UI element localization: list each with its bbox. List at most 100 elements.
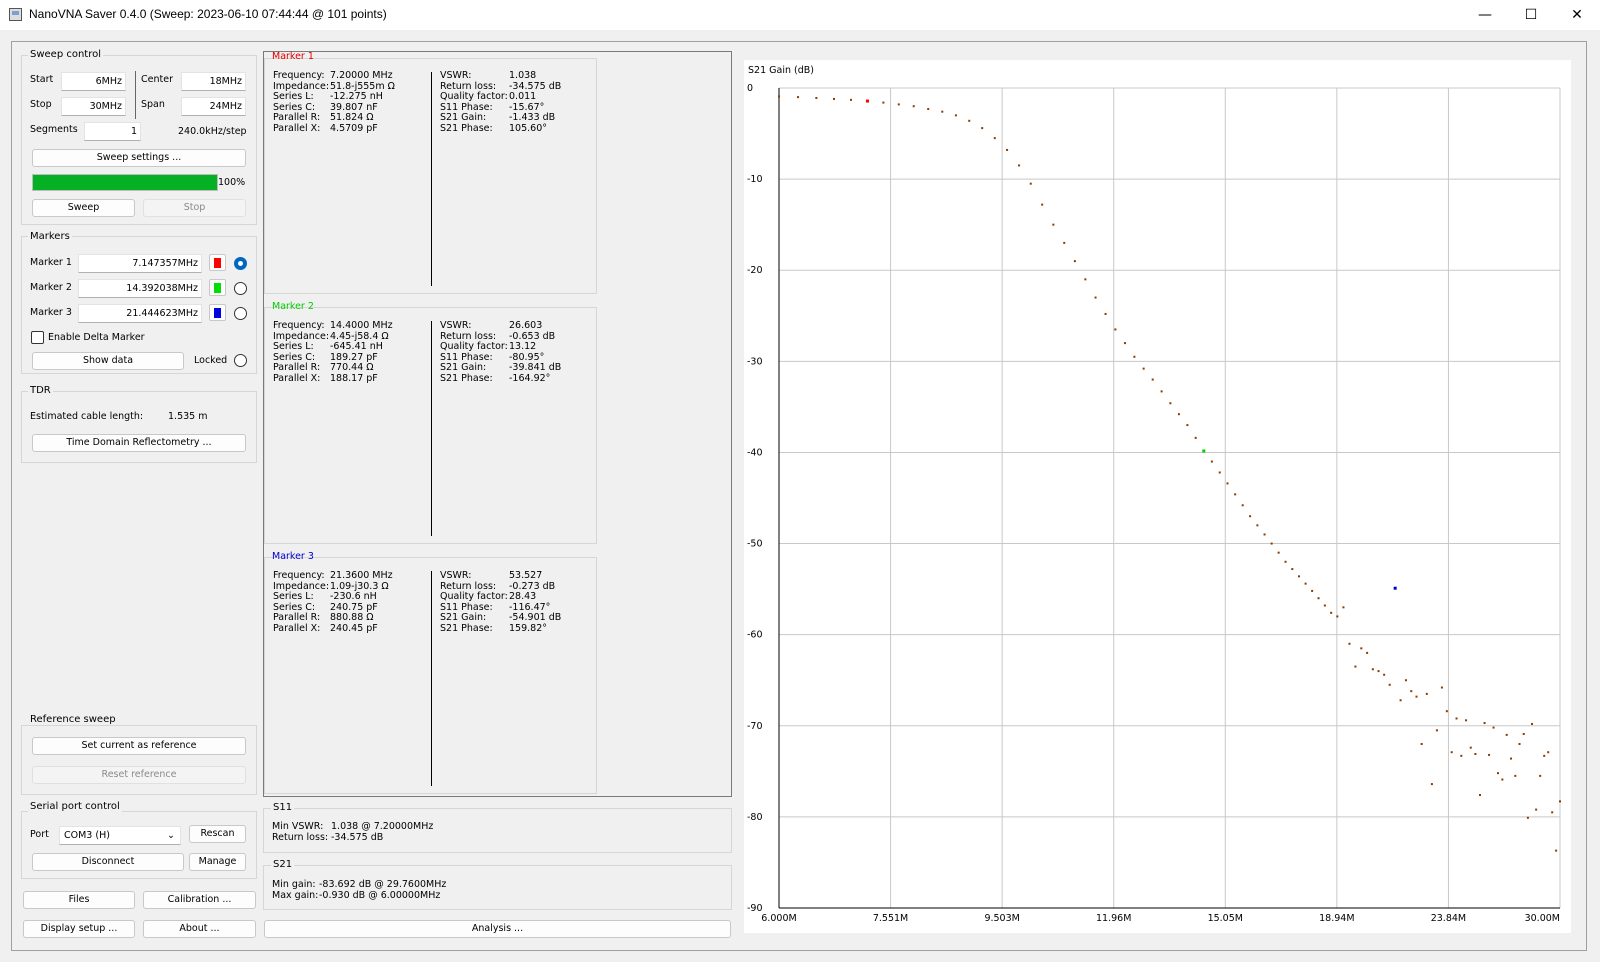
y-tick-label: -90 <box>747 903 763 914</box>
y-tick-label: -10 <box>747 174 763 185</box>
data-point <box>1073 260 1076 263</box>
s21-gain-chart[interactable]: S21 Gain (dB) 0 -10 -20 -30 -40 -50 -60 -70 -80 -9… <box>744 60 1571 933</box>
data-point <box>1084 278 1087 281</box>
x-tick-label: 9.503M <box>984 913 1019 924</box>
data-point <box>1435 729 1438 732</box>
marker3-frequency-input[interactable]: 21.444623MHz <box>78 304 202 323</box>
data-point <box>1526 816 1529 819</box>
sweep-progress-bar <box>32 174 218 191</box>
data-point <box>1522 732 1525 735</box>
data-point <box>778 95 780 98</box>
marker3-label: Marker 3 <box>30 307 72 318</box>
close-button[interactable]: ✕ <box>1554 0 1600 30</box>
data-point <box>1317 597 1320 600</box>
marker2-right-value: 26.603 <box>509 320 543 331</box>
reset-reference-button[interactable]: Reset reference <box>32 766 246 784</box>
data-point <box>1510 757 1513 760</box>
marker1-frequency-input[interactable]: 7.147357MHz <box>78 254 202 273</box>
rescan-button[interactable]: Rescan <box>189 825 246 843</box>
data-point <box>1559 800 1561 803</box>
marker3-left-label: Parallel X: <box>273 623 321 634</box>
stop-button[interactable]: Stop <box>143 199 246 217</box>
files-button[interactable]: Files <box>23 891 135 909</box>
marker2-radio[interactable] <box>234 282 247 295</box>
y-tick-label: -70 <box>747 721 763 732</box>
stop-input[interactable]: 30MHz <box>61 97 126 116</box>
calibration-button[interactable]: Calibration ... <box>143 891 256 909</box>
data-point <box>1543 754 1546 757</box>
min-vswr-label: Min VSWR: <box>272 821 324 832</box>
maximize-button[interactable]: ☐ <box>1508 0 1554 30</box>
data-point <box>1177 413 1180 416</box>
delta-marker-checkbox[interactable] <box>31 331 44 344</box>
reference-sweep-group <box>21 725 257 795</box>
disconnect-button[interactable]: Disconnect <box>32 853 184 871</box>
segments-input[interactable]: 1 <box>84 122 141 141</box>
data-point <box>1440 686 1443 689</box>
data-point <box>1263 533 1266 536</box>
tdr-group <box>21 391 257 463</box>
marker1-left-value: 4.5709 pF <box>330 123 378 134</box>
data-point <box>1270 542 1273 545</box>
data-point <box>1336 615 1339 618</box>
marker3-radio[interactable] <box>234 307 247 320</box>
x-tick-label: 7.551M <box>873 913 908 924</box>
data-point <box>1330 611 1333 614</box>
y-tick-label: -20 <box>747 265 763 276</box>
data-point <box>1348 642 1351 645</box>
data-point <box>1029 182 1032 185</box>
marker3-left-label: Frequency: <box>273 570 325 581</box>
data-point <box>1218 471 1221 474</box>
about-button[interactable]: About ... <box>143 920 256 938</box>
data-point <box>1505 733 1508 736</box>
marker1-panel-divider <box>431 72 432 286</box>
marker1-radio[interactable] <box>234 257 247 270</box>
data-point <box>1249 515 1252 518</box>
data-point <box>1551 811 1554 814</box>
chevron-down-icon: ⌄ <box>167 830 175 841</box>
data-point <box>850 98 853 101</box>
locked-radio[interactable] <box>234 354 247 367</box>
minimize-button[interactable]: — <box>1462 0 1508 30</box>
data-point <box>1425 692 1428 695</box>
marker1-right-value: 1.038 <box>509 70 537 81</box>
start-input[interactable]: 6MHz <box>61 72 126 91</box>
marker3-right-label: VSWR: <box>440 570 472 581</box>
marker1-color-button[interactable] <box>209 254 226 271</box>
tdr-button[interactable]: Time Domain Reflectometry ... <box>32 434 246 452</box>
manage-button[interactable]: Manage <box>189 853 246 871</box>
marker1-left-value: 7.20000 MHz <box>330 70 393 81</box>
marker2-label: Marker 2 <box>30 282 72 293</box>
s11-summary-title: S11 <box>271 802 295 813</box>
center-input[interactable]: 18MHz <box>181 72 246 91</box>
span-input[interactable]: 24MHz <box>181 97 246 116</box>
port-select[interactable]: COM3 (H) ⌄ <box>59 826 181 845</box>
marker3-color-button[interactable] <box>209 304 226 321</box>
s11-return-loss-value: -34.575 dB <box>331 832 384 843</box>
marker2-left-label: Frequency: <box>273 320 325 331</box>
marker3-left-value: 21.3600 MHz <box>330 570 393 581</box>
stop-label: Stop <box>30 99 52 110</box>
data-point <box>1018 164 1021 167</box>
data-point <box>1371 668 1374 671</box>
data-point <box>912 105 915 108</box>
data-point <box>1492 726 1495 729</box>
step-size-text: 240.0kHz/step <box>178 126 247 137</box>
serial-port-title: Serial port control <box>28 801 122 812</box>
set-reference-button[interactable]: Set current as reference <box>32 737 246 755</box>
center-label: Center <box>141 74 173 85</box>
marker2-panel-title: Marker 2 <box>272 301 314 312</box>
data-point <box>897 103 900 106</box>
sweep-settings-button[interactable]: Sweep settings ... <box>32 149 246 167</box>
marker2-frequency-input[interactable]: 14.392038MHz <box>78 279 202 298</box>
data-point <box>1404 679 1407 682</box>
show-data-button[interactable]: Show data <box>32 352 184 370</box>
data-point <box>1311 589 1314 592</box>
marker2-color-button[interactable] <box>209 279 226 296</box>
display-setup-button[interactable]: Display setup ... <box>23 920 135 938</box>
app-icon <box>9 8 22 21</box>
analysis-button[interactable]: Analysis ... <box>264 920 731 938</box>
y-tick-label: -40 <box>747 447 763 458</box>
reference-sweep-title: Reference sweep <box>28 714 118 725</box>
sweep-button[interactable]: Sweep <box>32 199 135 217</box>
